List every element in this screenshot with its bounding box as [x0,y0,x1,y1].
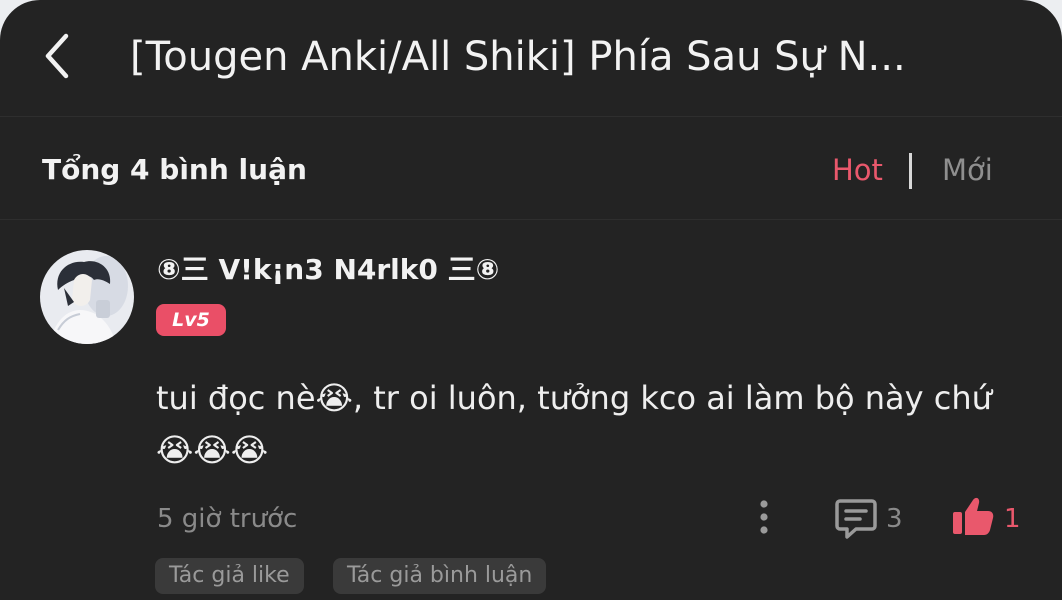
level-badge: Lv5 [156,304,226,336]
comments-screen: [Tougen Anki/All Shiki] Phía Sau Sự N...… [0,0,1062,600]
avatar-image [40,250,134,344]
thumbs-up-icon [953,497,994,535]
more-options-button[interactable] [752,496,776,540]
comment-time: 5 giờ trước [157,504,298,534]
reply-button[interactable]: 3 [834,496,914,540]
sort-hot-tab[interactable]: Hot [832,153,883,187]
back-button[interactable] [34,28,84,84]
reply-count: 3 [886,504,903,534]
header-bar: [Tougen Anki/All Shiki] Phía Sau Sự N... [0,0,1062,117]
page-title: [Tougen Anki/All Shiki] Phía Sau Sự N... [130,34,906,80]
back-arrow-icon [45,33,69,79]
like-button[interactable]: 1 [950,494,1030,540]
comment-icon [835,499,877,539]
sort-new-tab[interactable]: Mới [942,153,993,187]
sort-divider [909,153,912,189]
comment-text: tui đọc nè😭, tr oi luôn, tưởng kco ai là… [156,379,992,469]
author-replied-tag: Tác giả bình luận [333,558,547,594]
comment-username[interactable]: ⑧三 V!k¡n3 N4rlk0 三⑧ [157,252,499,288]
author-liked-tag: Tác giả like [155,558,304,594]
more-vertical-icon [760,500,768,534]
avatar[interactable] [40,250,134,344]
comment-count: Tổng 4 bình luận [42,153,307,186]
like-count: 1 [1004,504,1021,534]
sort-bar: Tổng 4 bình luận Hot Mới [0,117,1062,220]
